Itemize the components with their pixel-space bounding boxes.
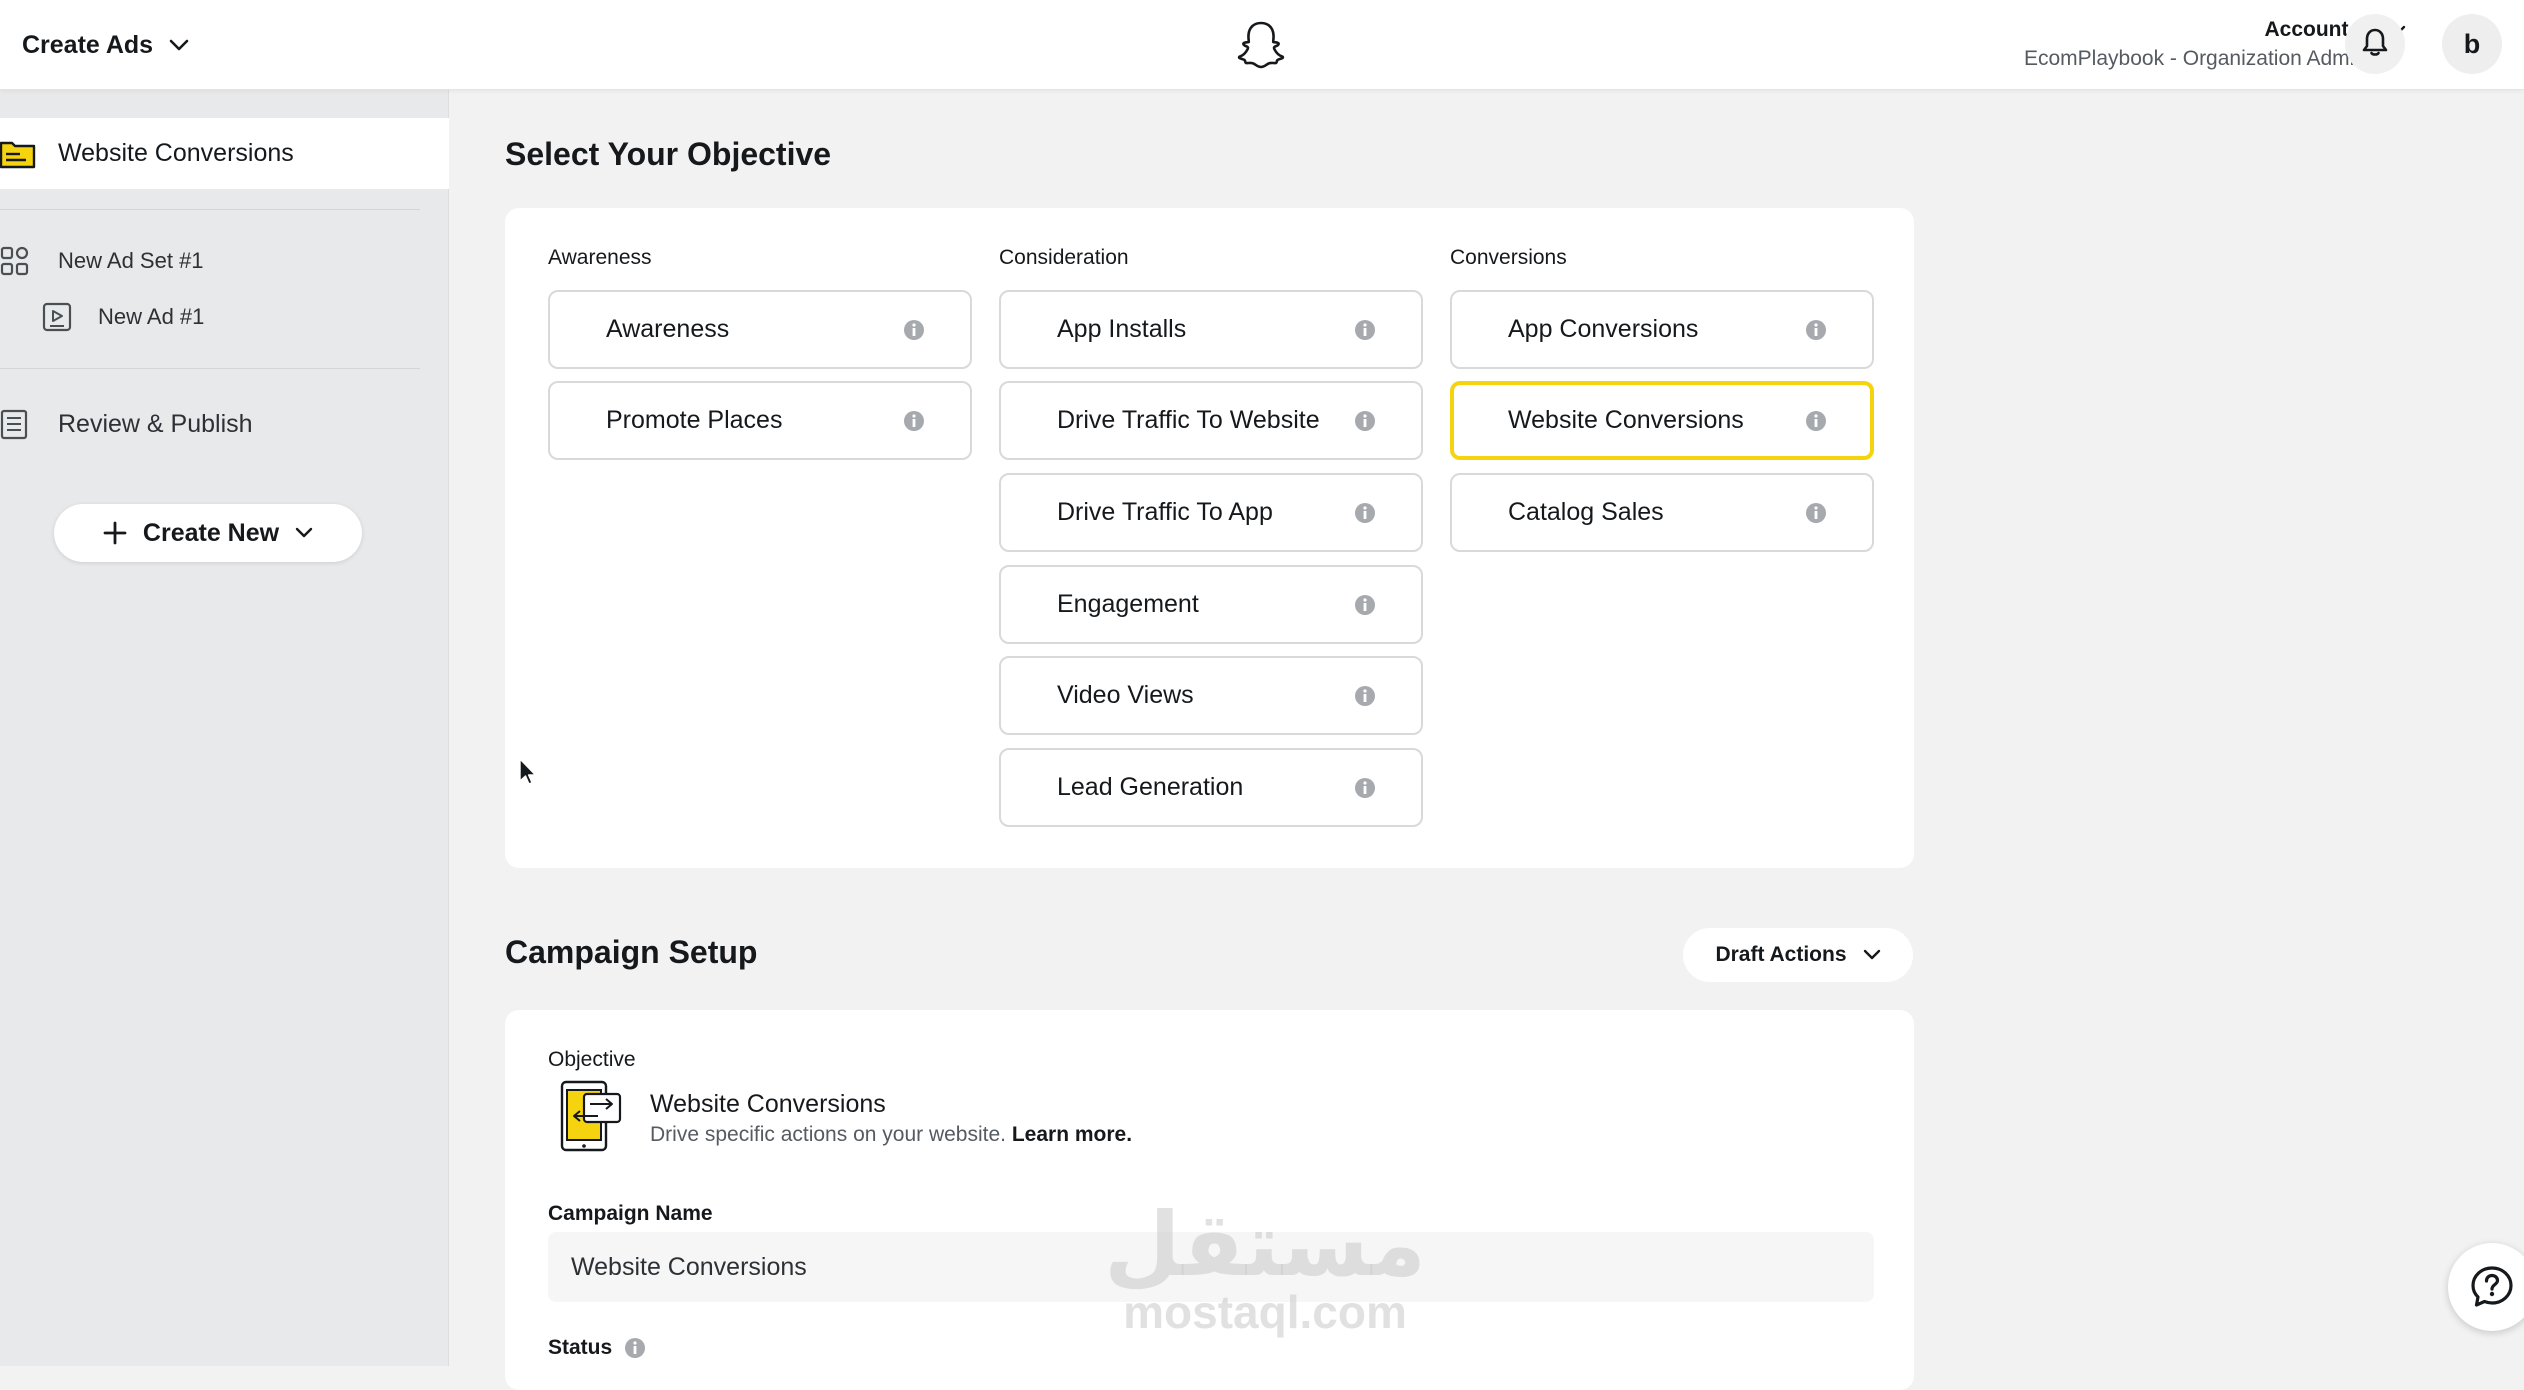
objective-field-label: Objective [548,1048,636,1071]
create-ads-label: Create Ads [22,30,154,59]
column-heading-consideration: Consideration [999,246,1129,269]
sidebar-item-review-publish[interactable]: Review & Publish [0,408,253,440]
objective-option-catalog-sales[interactable]: Catalog Sales [1450,473,1874,552]
column-heading-awareness: Awareness [548,246,652,269]
create-new-button[interactable]: Create New [54,504,362,562]
objective-option-label: Catalog Sales [1508,498,1664,526]
objective-option-drive-traffic-to-website[interactable]: Drive Traffic To Website [999,381,1423,460]
objective-option-label: Website Conversions [1508,406,1744,434]
info-icon[interactable] [1354,410,1376,437]
objective-summary-description: Drive specific actions on your website. … [650,1123,1132,1147]
objective-description-text: Drive specific actions on your website. [650,1123,1006,1146]
folder-icon [0,139,36,174]
objective-option-video-views[interactable]: Video Views [999,656,1423,735]
info-icon[interactable] [903,410,925,437]
learn-more-link[interactable]: Learn more. [1012,1123,1132,1146]
info-icon[interactable] [1354,685,1376,712]
sidebar-item-label: Review & Publish [58,409,253,438]
status-label: Status [548,1336,613,1359]
objective-option-label: Promote Places [606,406,783,434]
info-icon[interactable] [1805,410,1827,437]
create-ads-menu[interactable]: Create Ads [22,26,191,64]
objective-option-drive-traffic-to-app[interactable]: Drive Traffic To App [999,473,1423,552]
info-icon[interactable] [1354,502,1376,529]
sidebar-item-label: Website Conversions [58,139,294,167]
account-switcher[interactable]: Account 1 EcomPlaybook - Organization Ad… [2024,16,2366,74]
info-icon[interactable] [1354,594,1376,621]
column-heading-conversions: Conversions [1450,246,1567,269]
sidebar-item-campaign[interactable]: Website Conversions [0,118,449,189]
website-conversions-icon [560,1080,624,1159]
objective-section-title: Select Your Objective [505,136,832,172]
objective-option-promote-places[interactable]: Promote Places [548,381,972,460]
objective-option-label: Lead Generation [1057,773,1244,801]
sidebar-item-ad-set[interactable]: New Ad Set #1 [0,246,204,276]
info-icon[interactable] [624,1337,646,1359]
info-icon[interactable] [1805,502,1827,529]
checklist-icon [0,408,28,440]
video-ad-icon [42,302,72,332]
objective-option-label: App Installs [1057,315,1187,343]
draft-actions-label: Draft Actions [1715,943,1847,966]
draft-actions-button[interactable]: Draft Actions [1683,928,1913,982]
objective-option-label: Engagement [1057,590,1199,618]
objective-option-label: Awareness [606,315,730,343]
help-question-icon [2469,1264,2515,1310]
avatar[interactable]: b [2442,14,2502,74]
objective-option-website-conversions[interactable]: Website Conversions [1450,381,1874,460]
info-icon[interactable] [1805,319,1827,346]
objective-option-engagement[interactable]: Engagement [999,565,1423,644]
info-icon[interactable] [903,319,925,346]
sidebar: Website Conversions New Ad Set #1 New Ad… [0,90,449,1366]
chevron-down-icon [167,33,191,57]
objective-option-label: Drive Traffic To App [1057,498,1273,526]
campaign-setup-card [505,1010,1914,1390]
campaign-setup-title: Campaign Setup [505,934,758,970]
grid-icon [0,246,30,276]
campaign-name-label: Campaign Name [548,1202,713,1225]
objective-option-label: Drive Traffic To Website [1057,406,1320,434]
chevron-down-icon [295,527,313,539]
info-icon[interactable] [1354,319,1376,346]
chevron-down-icon [1863,949,1881,961]
plus-icon [103,521,127,545]
objective-summary-title: Website Conversions [650,1090,886,1118]
help-button[interactable] [2448,1243,2524,1331]
bell-icon [2361,27,2389,62]
divider [0,368,420,369]
objective-option-lead-generation[interactable]: Lead Generation [999,748,1423,827]
top-bar: Create Ads Account 1 EcomPlaybook - Orga… [0,0,2524,90]
objective-option-app-conversions[interactable]: App Conversions [1450,290,1874,369]
divider [0,209,420,210]
objective-option-awareness[interactable]: Awareness [548,290,972,369]
account-organization: EcomPlaybook - Organization Admin [2024,47,2366,70]
mouse-cursor-icon [518,757,538,792]
campaign-name-input[interactable] [548,1232,1874,1302]
notifications-button[interactable] [2345,14,2405,74]
info-icon[interactable] [1354,777,1376,804]
status-field-label: Status [548,1336,646,1360]
snapchat-ghost-icon[interactable] [1237,20,1285,70]
sidebar-item-ad[interactable]: New Ad #1 [42,302,204,332]
objective-option-label: App Conversions [1508,315,1699,343]
objective-option-label: Video Views [1057,681,1194,709]
create-new-label: Create New [142,518,280,547]
objective-option-app-installs[interactable]: App Installs [999,290,1423,369]
account-name: Account 1 [2264,18,2366,41]
sidebar-item-label: New Ad Set #1 [58,248,204,273]
sidebar-item-label: New Ad #1 [98,304,205,329]
